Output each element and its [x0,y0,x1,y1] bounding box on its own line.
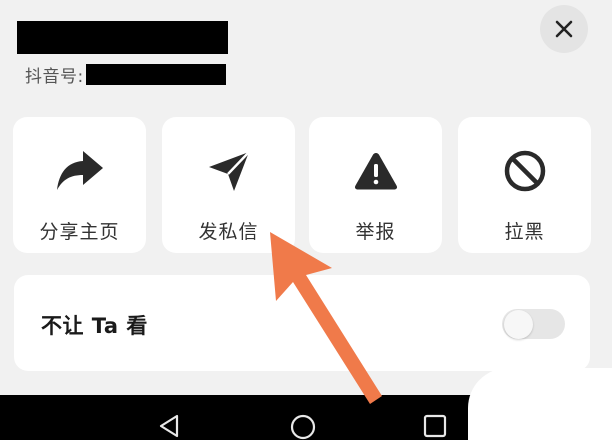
send-message-button[interactable]: 发私信 [162,117,295,253]
block-label: 拉黑 [504,221,545,243]
close-icon [555,20,573,38]
close-button[interactable] [540,5,588,53]
redacted-username [17,21,228,54]
paper-plane-icon [205,147,253,195]
hide-from-user-toggle[interactable] [502,309,565,339]
report-label: 举报 [355,221,396,243]
share-profile-button[interactable]: 分享主页 [13,117,146,253]
block-icon [501,147,549,195]
back-triangle-icon[interactable] [157,413,181,439]
warning-icon [352,147,400,195]
redacted-douyin-id [85,63,226,85]
overlay-smudge-top [500,378,560,408]
send-message-label: 发私信 [198,221,259,243]
hide-from-user-row: 不让 Ta 看 [14,275,590,371]
hide-from-user-label: 不让 Ta 看 [41,314,148,338]
report-button[interactable]: 举报 [309,117,442,253]
share-icon [56,147,104,195]
home-circle-icon[interactable] [289,413,317,440]
profile-action-sheet: 抖音号: 分享主页 发私信 举报 拉黑 不让 Ta 看 [0,0,612,440]
share-profile-label: 分享主页 [39,221,120,243]
douyin-id-label: 抖音号: [25,66,84,87]
block-button[interactable]: 拉黑 [458,117,591,253]
recents-square-icon[interactable] [422,413,448,439]
douyin-id-row: 抖音号: [25,62,226,87]
toggle-knob [504,310,533,339]
